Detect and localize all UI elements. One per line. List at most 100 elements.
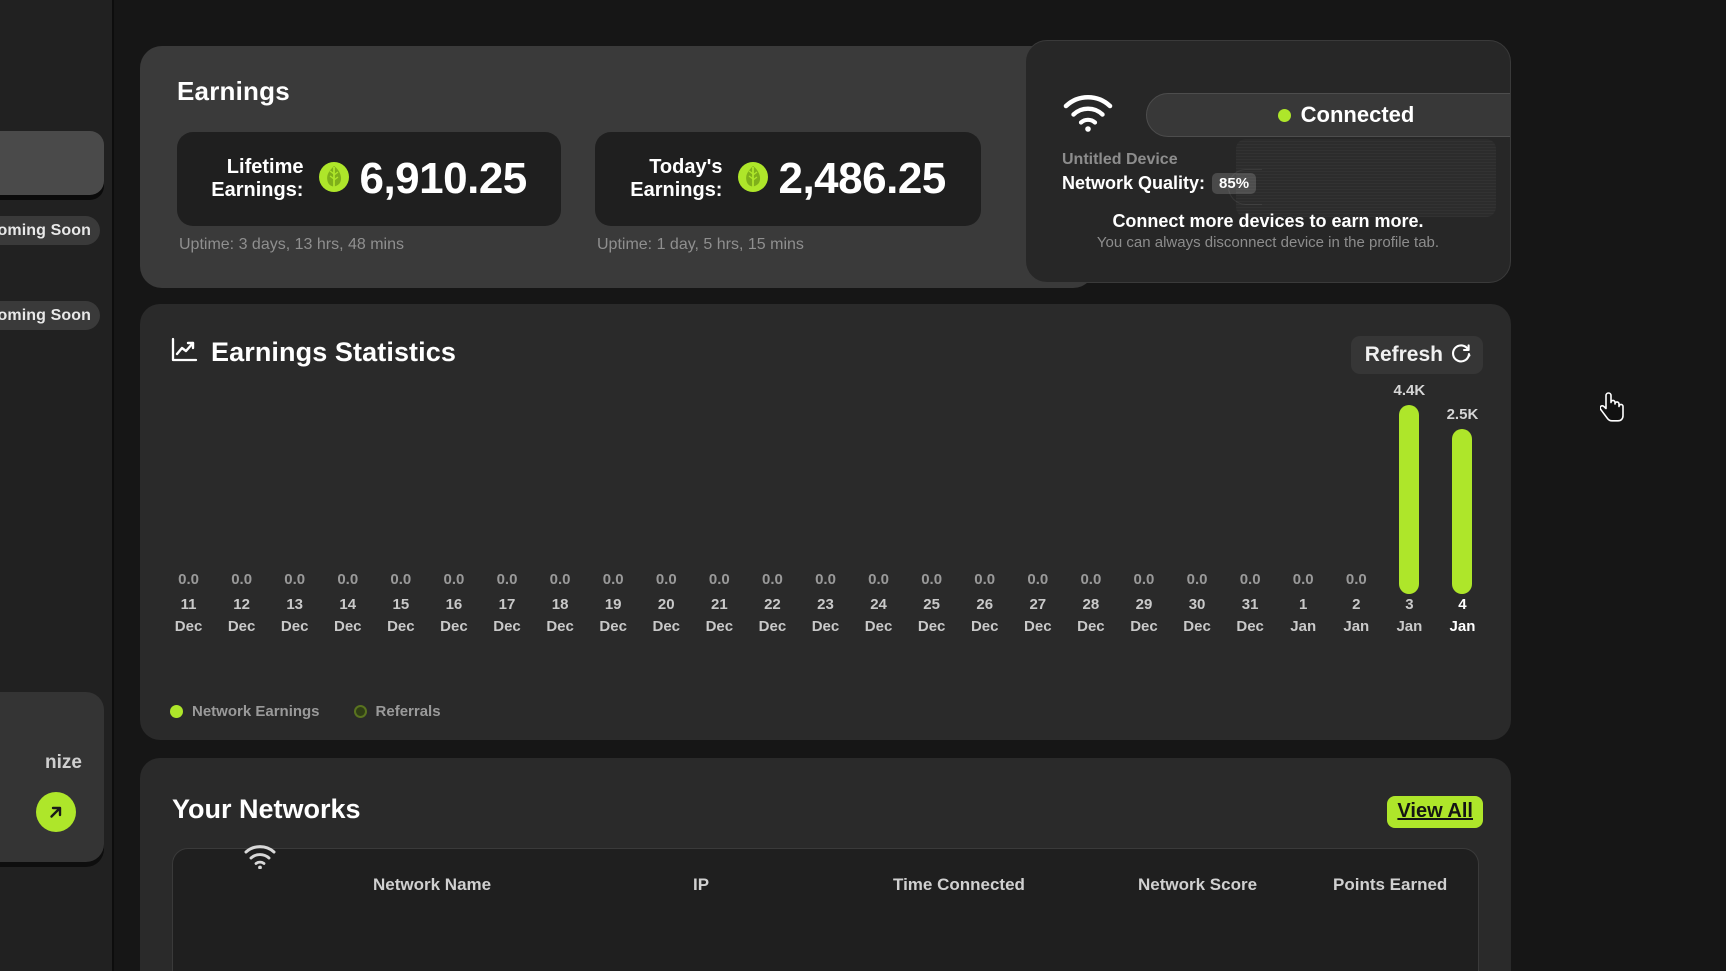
chart-legend-item[interactable]: Network Earnings bbox=[170, 703, 320, 720]
chart-x-label-day: 18 bbox=[551, 596, 569, 613]
chart-bar-column[interactable]: 0.0 bbox=[958, 382, 1011, 594]
networks-table-column-header[interactable]: Network Name bbox=[373, 875, 491, 895]
chart-x-label-day: 23 bbox=[817, 596, 834, 613]
chart-legend-item[interactable]: Referrals bbox=[353, 703, 441, 720]
earnings-statistics-title: Earnings Statistics bbox=[211, 337, 456, 367]
chart-bar-value-label: 0.0 bbox=[284, 571, 306, 588]
sidebar-promo-text: nize bbox=[45, 752, 82, 773]
chart-x-label: 17 Dec bbox=[480, 594, 533, 638]
todays-uptime-text: Uptime: 1 day, 5 hrs, 15 mins bbox=[597, 236, 804, 253]
chart-bar-value-label: 0.0 bbox=[655, 571, 677, 588]
network-quality-value: 85% bbox=[1212, 173, 1257, 194]
connection-status-pill[interactable]: Connected bbox=[1146, 93, 1510, 137]
chart-x-label-day: 30 bbox=[1188, 596, 1206, 613]
status-dot-icon bbox=[1277, 108, 1291, 122]
sidebar: Coming Soon Coming Soon nize bbox=[0, 0, 114, 971]
chart-bar-column[interactable]: 0.0 bbox=[268, 382, 321, 594]
chart-bar-value-label: 4.4K bbox=[1393, 382, 1426, 399]
chart-bar-value-label: 2.5K bbox=[1446, 406, 1479, 423]
chart-bar-column[interactable]: 2.5K bbox=[1436, 382, 1489, 594]
chart-bar-column[interactable]: 0.0 bbox=[1171, 382, 1224, 594]
main-content: Earnings Lifetime Earnings: 6,910.25 Tod… bbox=[114, 0, 1726, 971]
sidebar-item-active[interactable] bbox=[0, 131, 104, 195]
chart-bar-column[interactable]: 0.0 bbox=[640, 382, 693, 594]
chart-bar-column[interactable]: 0.0 bbox=[693, 382, 746, 594]
chart-bar[interactable] bbox=[1452, 429, 1473, 594]
chart-x-label-day: 2 bbox=[1352, 596, 1361, 613]
chart-x-label-day: 22 bbox=[764, 596, 781, 613]
sidebar-badge-coming-soon-2[interactable]: Coming Soon bbox=[0, 301, 100, 330]
chart-x-label: 29 Dec bbox=[1117, 594, 1170, 638]
chart-x-label-month: Dec bbox=[811, 617, 840, 635]
chart-x-label: 1 Jan bbox=[1277, 594, 1330, 638]
chart-x-label: 14 Dec bbox=[321, 594, 374, 638]
chart-bar-column[interactable]: 0.0 bbox=[321, 382, 374, 594]
chart-x-label-month: Dec bbox=[493, 617, 521, 635]
your-networks-card: Your Networks View All Network Name IP Tim… bbox=[140, 758, 1511, 971]
chart-bar-column[interactable]: 0.0 bbox=[480, 382, 533, 594]
chart-bar-column[interactable]: 0.0 bbox=[374, 382, 427, 594]
chart-bar-column[interactable]: 0.0 bbox=[534, 382, 587, 594]
chart-x-label-day: 14 bbox=[339, 596, 357, 613]
networks-table-column-header[interactable]: Network Score bbox=[1138, 875, 1257, 895]
chart-bar-column[interactable]: 0.0 bbox=[746, 382, 799, 594]
chart-bar-column[interactable]: 0.0 bbox=[215, 382, 268, 594]
chart-bar-column[interactable]: 0.0 bbox=[427, 382, 480, 594]
chart-x-label-month: Dec bbox=[970, 617, 999, 635]
chart-x-label-day: 20 bbox=[657, 596, 675, 613]
chart-bar-column[interactable]: 0.0 bbox=[1064, 382, 1117, 594]
chart-x-label-day: 31 bbox=[1241, 596, 1259, 613]
chart-x-label-month: Dec bbox=[758, 617, 787, 635]
chart-x-label-day: 28 bbox=[1082, 596, 1100, 613]
chart-bar-column[interactable]: 0.0 bbox=[799, 382, 852, 594]
chart-x-label-month: Dec bbox=[227, 617, 256, 635]
chart-bar-value-label: 0.0 bbox=[390, 571, 412, 588]
networks-table-header: Network Name IP Time Connected Network Scor… bbox=[173, 875, 1478, 911]
chart-x-label-month: Dec bbox=[705, 617, 734, 635]
wifi-icon bbox=[1062, 93, 1114, 138]
chart-x-label: 15 Dec bbox=[374, 594, 427, 638]
chart-x-label-day: 24 bbox=[870, 596, 887, 613]
networks-table-column-header[interactable]: Time Connected bbox=[893, 875, 1025, 895]
chart-bar-column[interactable]: 4.4K bbox=[1383, 382, 1436, 594]
chart-x-label-day: 4 bbox=[1458, 596, 1467, 613]
chart-x-label-day: 19 bbox=[604, 596, 622, 613]
earnings-card: Earnings Lifetime Earnings: 6,910.25 Tod… bbox=[140, 46, 1095, 288]
chart-bar-value-label: 0.0 bbox=[337, 571, 359, 588]
chart-x-label-day: 12 bbox=[233, 596, 250, 613]
chart-bar-column[interactable]: 0.0 bbox=[162, 382, 215, 594]
chart-bar[interactable] bbox=[1399, 405, 1420, 594]
chart-x-label-month: Dec bbox=[334, 617, 362, 635]
view-all-button[interactable]: View All bbox=[1387, 796, 1483, 828]
networks-table-column-header[interactable]: Points Earned bbox=[1333, 875, 1447, 895]
chart-x-label: 24 Dec bbox=[852, 594, 905, 638]
refresh-button[interactable]: Refresh bbox=[1350, 336, 1483, 374]
chart-bar-value-label: 0.0 bbox=[708, 571, 730, 588]
chart-bar-column[interactable]: 0.0 bbox=[587, 382, 640, 594]
chart-x-label-day: 25 bbox=[923, 596, 940, 613]
chart-bar-value-label: 0.0 bbox=[602, 571, 624, 588]
chart-legend: Network Earnings Referrals bbox=[170, 703, 441, 720]
network-quality-label: Network Quality: bbox=[1062, 173, 1206, 193]
networks-table-column-header[interactable]: IP bbox=[693, 875, 709, 895]
chart-x-label-month: Dec bbox=[1077, 617, 1105, 635]
chart-bar-column[interactable]: 0.0 bbox=[1011, 382, 1064, 594]
chart-bar-column[interactable]: 0.0 bbox=[852, 382, 905, 594]
chart-bar-column[interactable]: 0.0 bbox=[905, 382, 958, 594]
chart-x-label: 12 Dec bbox=[215, 594, 268, 638]
chart-bar-column[interactable]: 0.0 bbox=[1330, 382, 1383, 594]
overlay-panel bbox=[1236, 139, 1496, 217]
legend-color-dot-icon bbox=[170, 705, 183, 718]
chart-x-label-day: 27 bbox=[1029, 596, 1047, 613]
chart-bar-column[interactable]: 0.0 bbox=[1117, 382, 1170, 594]
chart-bar-value-label: 0.0 bbox=[1027, 571, 1049, 588]
arrow-up-right-icon[interactable] bbox=[36, 792, 76, 832]
refresh-circular-arrows-icon bbox=[1450, 342, 1472, 369]
chart-x-label: 31 Dec bbox=[1224, 594, 1277, 638]
chart-x-label-day: 29 bbox=[1135, 596, 1153, 613]
chart-bar-column[interactable]: 0.0 bbox=[1277, 382, 1330, 594]
chart-bar-column[interactable]: 0.0 bbox=[1224, 382, 1277, 594]
connect-more-devices-text: Connect more devices to earn more. bbox=[1112, 211, 1424, 231]
sidebar-promo-card[interactable]: nize bbox=[0, 692, 104, 862]
sidebar-badge-coming-soon-1[interactable]: Coming Soon bbox=[0, 216, 100, 245]
